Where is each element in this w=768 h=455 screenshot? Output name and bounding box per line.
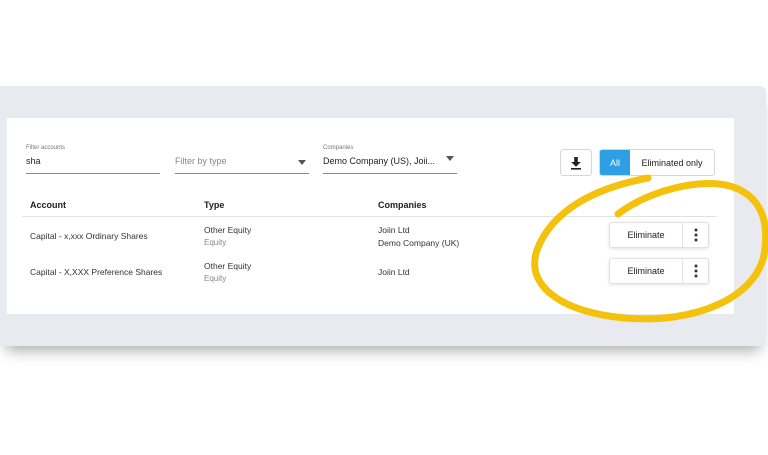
chevron-down-icon <box>446 156 454 161</box>
column-header-type[interactable]: Type <box>204 200 224 210</box>
companies-value[interactable]: Demo Company (US), Joii... <box>323 156 435 166</box>
download-button[interactable] <box>560 149 592 176</box>
row-type: Other Equity <box>204 261 252 271</box>
filter-accounts-label: Filter accounts <box>26 145 66 151</box>
row-action-group: Eliminate <box>609 258 709 284</box>
more-vert-icon <box>694 264 697 278</box>
filter-accounts-field[interactable]: Filter accounts sha <box>26 145 160 174</box>
table-header-divider <box>22 216 717 217</box>
download-icon <box>571 157 581 170</box>
eliminate-button[interactable]: Eliminate <box>610 259 683 283</box>
accounts-card: Filter accounts sha Filter by type Compa… <box>7 118 734 314</box>
row-company: Joiin Ltd <box>378 225 410 235</box>
row-type-sub: Equity <box>204 274 227 283</box>
row-company: Demo Company (UK) <box>378 238 460 248</box>
eliminate-button[interactable]: Eliminate <box>610 223 683 247</box>
filter-accounts-value[interactable]: sha <box>26 156 41 166</box>
companies-underline <box>323 173 457 174</box>
filter-type-field[interactable]: Filter by type <box>175 145 309 174</box>
row-account: Capital - X,XXX Preference Shares <box>30 267 163 277</box>
filter-type-underline <box>175 173 309 174</box>
more-options-button[interactable] <box>683 259 708 283</box>
companies-select[interactable]: Companies Demo Company (US), Joii... <box>323 145 457 174</box>
companies-label: Companies <box>323 145 354 151</box>
more-vert-icon <box>694 228 697 242</box>
row-type-sub: Equity <box>204 238 227 247</box>
column-header-companies[interactable]: Companies <box>378 200 427 210</box>
toggle-all-button[interactable]: All <box>600 150 630 175</box>
chevron-down-icon <box>298 160 306 165</box>
filter-type-placeholder[interactable]: Filter by type <box>175 156 227 166</box>
elimination-filter-toggle: All Eliminated only <box>599 149 715 176</box>
row-account: Capital - x,xxx Ordinary Shares <box>30 231 148 241</box>
row-type: Other Equity <box>204 225 252 235</box>
row-company: Joiin Ltd <box>378 267 410 277</box>
row-action-group: Eliminate <box>609 222 709 248</box>
filter-accounts-underline <box>26 173 160 174</box>
content-panel: Filter accounts sha Filter by type Compa… <box>0 86 766 346</box>
more-options-button[interactable] <box>683 223 708 247</box>
toggle-eliminated-only-button[interactable]: Eliminated only <box>630 150 714 175</box>
column-header-account[interactable]: Account <box>30 200 66 210</box>
